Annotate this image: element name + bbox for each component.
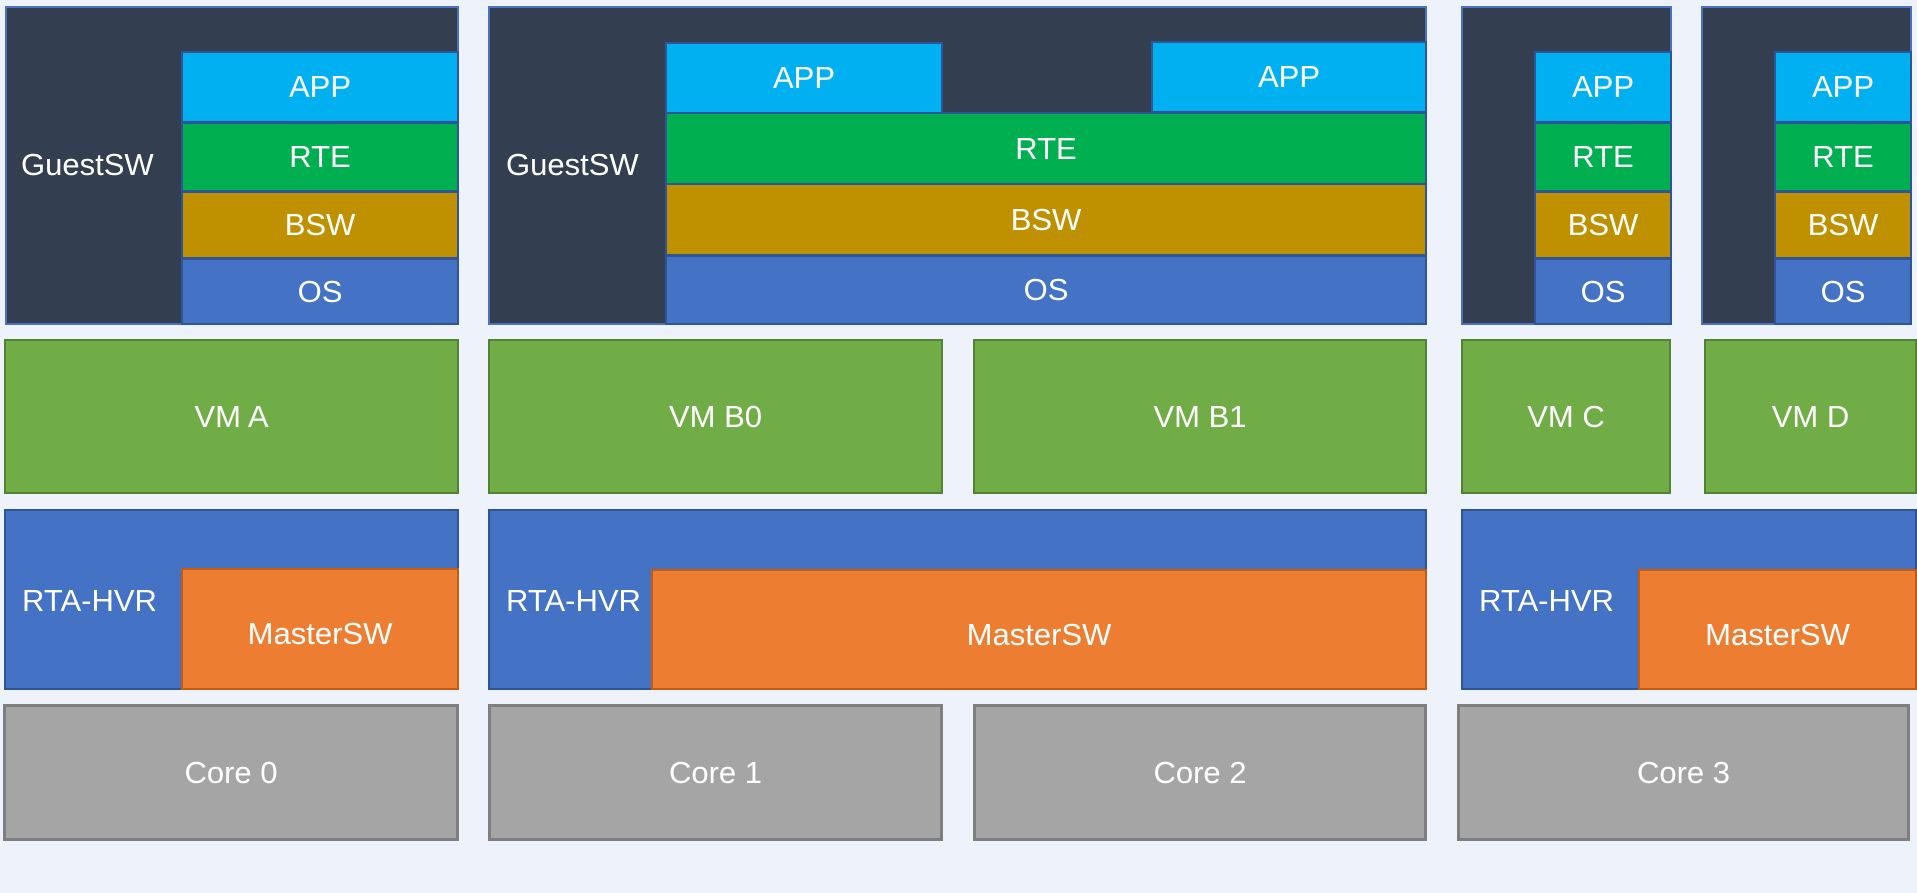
hypervisor-b-label: RTA-HVR	[506, 583, 641, 618]
hypervisor-a-label: RTA-HVR	[22, 583, 157, 618]
app-layer-b1: APP	[1151, 41, 1427, 113]
os-layer-c: OS	[1534, 258, 1672, 325]
app-layer-d: APP	[1774, 51, 1912, 123]
rte-layer-d: RTE	[1774, 122, 1912, 192]
hypervisor-c-label: RTA-HVR	[1479, 583, 1614, 618]
master-sw-c: MasterSW	[1638, 569, 1917, 690]
vm-b0: VM B0	[488, 339, 943, 494]
os-layer-a: OS	[181, 258, 459, 325]
master-sw-b: MasterSW	[651, 569, 1427, 690]
app-layer-b0: APP	[665, 42, 943, 114]
os-layer-d: OS	[1774, 258, 1912, 325]
core-1: Core 1	[488, 704, 943, 841]
vm-a: VM A	[4, 339, 459, 494]
os-layer-b: OS	[665, 255, 1427, 325]
app-layer-a: APP	[181, 51, 459, 123]
core-2: Core 2	[973, 704, 1427, 841]
vm-d: VM D	[1704, 339, 1917, 494]
core-0: Core 0	[3, 704, 459, 841]
bsw-layer-b: BSW	[665, 183, 1427, 256]
guest-sw-a-label: GuestSW	[21, 147, 154, 182]
bsw-layer-d: BSW	[1774, 191, 1912, 259]
guest-sw-b-label: GuestSW	[506, 147, 639, 182]
vm-c: VM C	[1461, 339, 1671, 494]
rte-layer-c: RTE	[1534, 122, 1672, 192]
rte-layer-a: RTE	[181, 122, 459, 192]
core-3: Core 3	[1457, 704, 1910, 841]
vm-b1: VM B1	[973, 339, 1427, 494]
bsw-layer-c: BSW	[1534, 191, 1672, 259]
master-sw-a: MasterSW	[181, 568, 459, 690]
rte-layer-b: RTE	[665, 112, 1427, 185]
bsw-layer-a: BSW	[181, 191, 459, 259]
app-layer-c: APP	[1534, 51, 1672, 123]
